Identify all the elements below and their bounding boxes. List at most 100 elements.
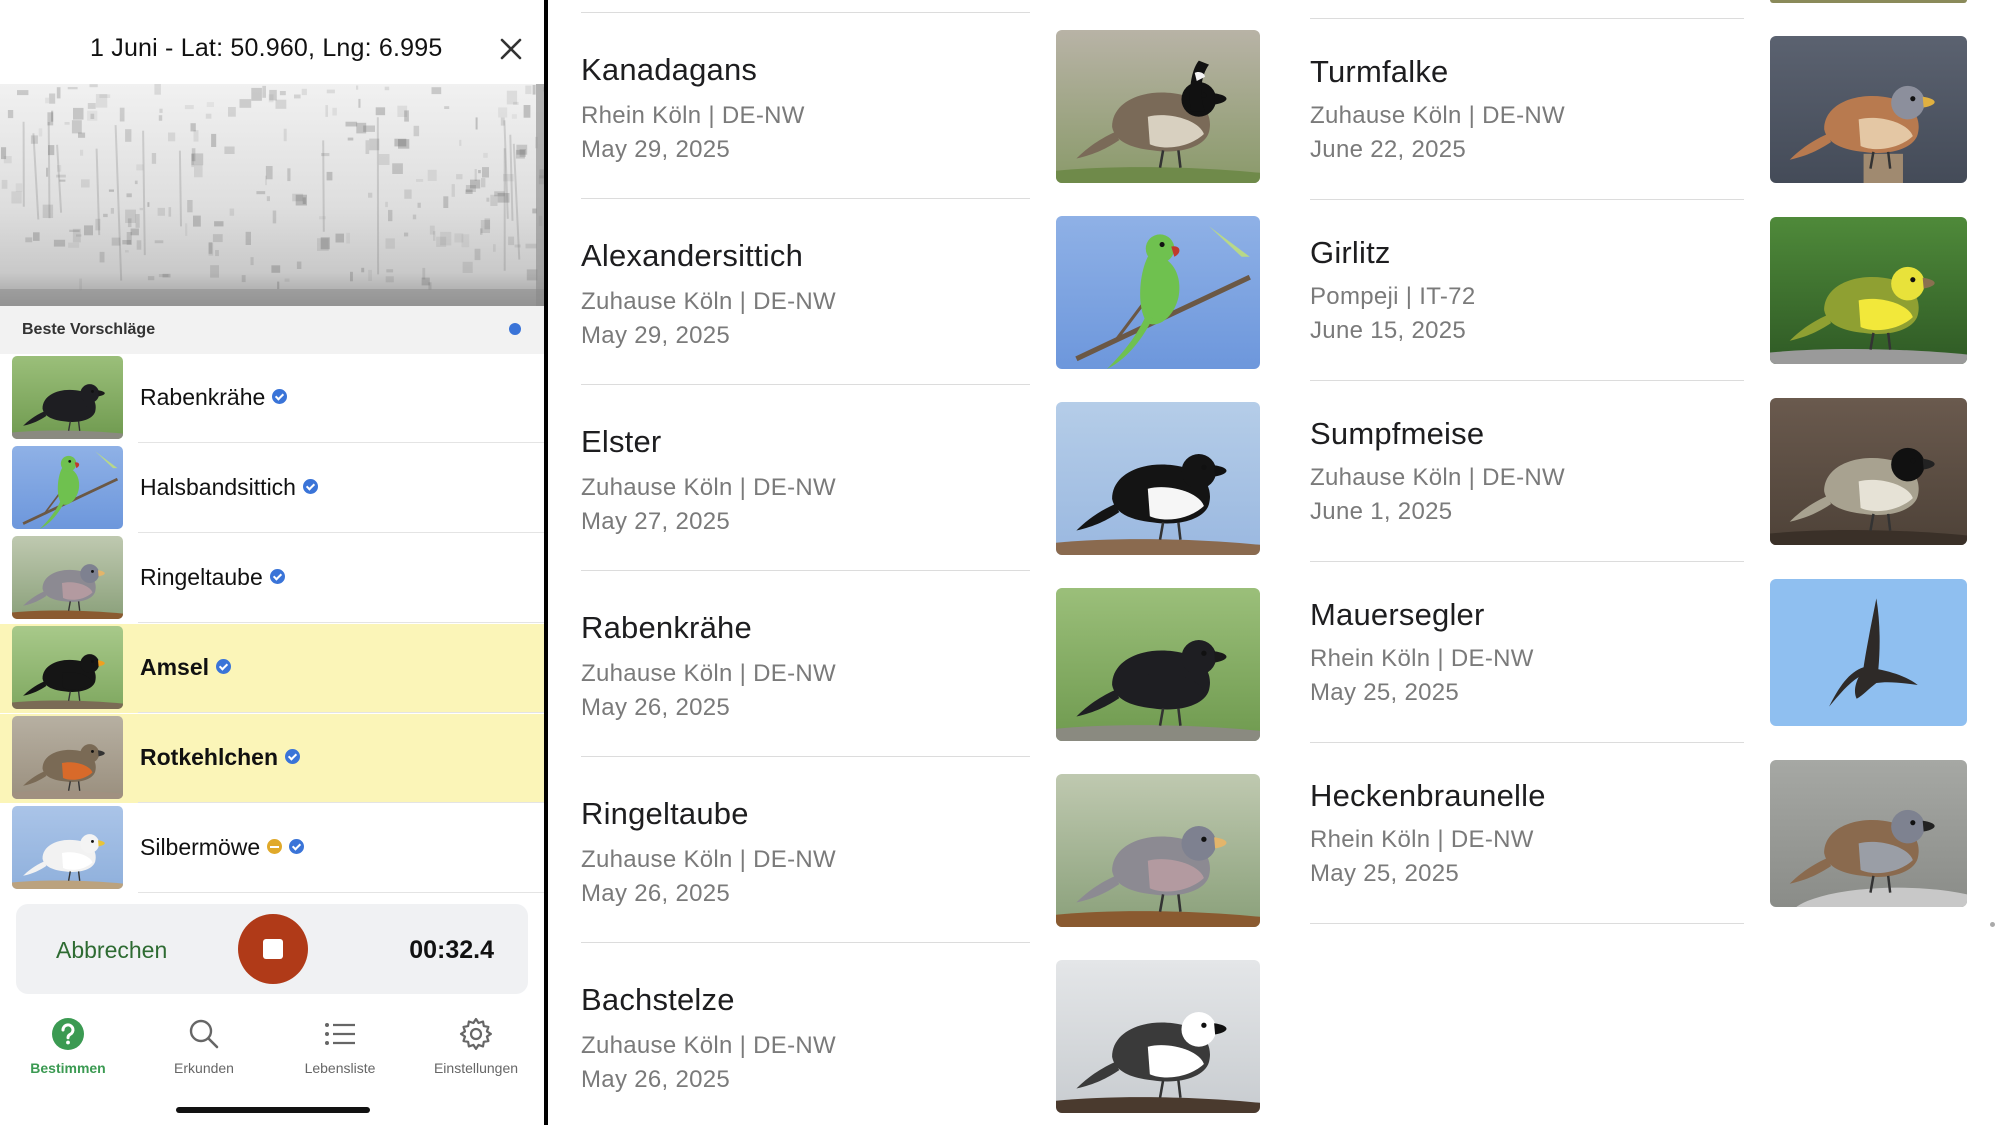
list-separator: [1310, 380, 1744, 381]
list-separator: [581, 12, 1030, 13]
row-separator: [138, 532, 544, 533]
stop-recording-button[interactable]: [238, 914, 308, 984]
sighting-card[interactable]: Sumpfmeise Zuhause Köln | DE-NW June 1, …: [1310, 398, 1967, 545]
list-separator: [1310, 199, 1744, 200]
dunnock-photo: [1770, 760, 1967, 907]
gear-icon: [459, 1017, 492, 1050]
sighting-card[interactable]: Bachstelze Zuhause Köln | DE-NW May 26, …: [581, 960, 1260, 1113]
sighting-card[interactable]: Heckenbraunelle Rhein Köln | DE-NW May 2…: [1310, 760, 1967, 907]
sighting-name: Alexandersittich: [581, 238, 804, 273]
sighting-name: Bachstelze: [581, 982, 735, 1017]
sighting-photo: [1056, 30, 1260, 183]
sighting-name: Girlitz: [1310, 235, 1391, 270]
sighting-card[interactable]: Girlitz Pompeji | IT-72 June 15, 2025: [1310, 217, 1967, 364]
sighting-location: Rhein Köln | DE-NW: [1310, 645, 1534, 672]
suggestion-name: Silbermöwe: [140, 834, 305, 861]
suggestion-thumbnail: [12, 716, 123, 799]
suggestion-thumbnail: [12, 446, 123, 529]
suggestion-name: Amsel: [140, 654, 232, 681]
scroll-indicator[interactable]: [1990, 922, 1995, 927]
sighting-card[interactable]: Turmfalke Zuhause Köln | DE-NW June 22, …: [1310, 36, 1967, 183]
blackbird-photo: [12, 626, 123, 709]
sighting-photo: [1770, 760, 1967, 907]
suggestion-name-text: Rotkehlchen: [140, 744, 279, 770]
sighting-location: Zuhause Köln | DE-NW: [1310, 464, 1565, 491]
suggestions-label: Beste Vorschläge: [22, 321, 156, 338]
suggestion-row[interactable]: Halsbandsittich: [0, 444, 544, 533]
tab-erkunden[interactable]: Erkunden: [136, 1010, 272, 1110]
sighting-date: June 22, 2025: [1310, 136, 1467, 163]
sighting-photo: [1770, 579, 1967, 726]
suggestion-row[interactable]: Rabenkrähe: [0, 354, 544, 443]
partial-photo: [1770, 0, 1967, 3]
sighting-date: May 27, 2025: [581, 508, 731, 535]
sighting-photo: [1056, 774, 1260, 927]
suggestion-name: Rabenkrähe: [140, 384, 288, 411]
list-separator: [1310, 742, 1744, 743]
tab-lebensliste[interactable]: Lebensliste: [272, 1010, 408, 1110]
recording-header: 1 Juni - Lat: 50.960, Lng: 6.995: [0, 0, 544, 84]
suggestion-name-text: Halsbandsittich: [140, 474, 296, 500]
sighting-name: Rabenkrähe: [581, 610, 752, 645]
sighting-card[interactable]: Ringeltaube Zuhause Köln | DE-NW May 26,…: [581, 774, 1260, 927]
sighting-location: Zuhause Köln | DE-NW: [581, 846, 836, 873]
sighting-name: Kanadagans: [581, 52, 758, 87]
sighting-location: Zuhause Köln | DE-NW: [1310, 102, 1565, 129]
suggestion-row[interactable]: Amsel: [0, 624, 544, 713]
row-separator: [138, 712, 544, 713]
suggestion-name-text: Silbermöwe: [140, 834, 261, 860]
serin-photo: [1770, 217, 1967, 364]
sighting-card[interactable]: Kanadagans Rhein Köln | DE-NW May 29, 20…: [581, 30, 1260, 183]
list-separator: [581, 384, 1030, 385]
recording-timer: 00:32.4: [409, 936, 494, 964]
cancel-button[interactable]: Abbrechen: [56, 937, 167, 964]
recording-controls: Abbrechen 00:32.4: [16, 904, 528, 994]
pigeon-photo: [12, 536, 123, 619]
suggestion-name-text: Amsel: [140, 654, 210, 680]
sighting-card[interactable]: Elster Zuhause Köln | DE-NW May 27, 2025: [581, 402, 1260, 555]
list-separator: [1310, 18, 1744, 19]
sighting-location: Pompeji | IT-72: [1310, 283, 1476, 310]
goose-photo: [1056, 30, 1260, 183]
verified-icon: [302, 479, 318, 495]
list-separator: [581, 942, 1030, 943]
suggestion-row[interactable]: Rotkehlchen: [0, 714, 544, 803]
magpie-photo: [1056, 402, 1260, 555]
recording-title: 1 Juni - Lat: 50.960, Lng: 6.995: [90, 34, 443, 62]
tit-photo: [1770, 398, 1967, 545]
close-icon[interactable]: [496, 34, 526, 64]
sighting-photo: [1770, 217, 1967, 364]
tab-bestimmen[interactable]: Bestimmen: [0, 1010, 136, 1110]
sighting-card[interactable]: Rabenkrähe Zuhause Köln | DE-NW May 26, …: [581, 588, 1260, 741]
sighting-photo: [1056, 216, 1260, 369]
sighting-name: Heckenbraunelle: [1310, 778, 1546, 813]
list-separator: [581, 570, 1030, 571]
suggestion-name: Halsbandsittich: [140, 474, 318, 501]
suggestion-row[interactable]: Silbermöwe: [0, 804, 544, 893]
sighting-location: Rhein Köln | DE-NW: [581, 102, 805, 129]
suggestion-name-text: Ringeltaube: [140, 564, 263, 590]
gull-photo: [12, 806, 123, 889]
list-separator: [581, 198, 1030, 199]
sighting-card[interactable]: Alexandersittich Zuhause Köln | DE-NW Ma…: [581, 216, 1260, 369]
question-circle-icon: [52, 1018, 84, 1050]
sighting-location: Zuhause Köln | DE-NW: [581, 288, 836, 315]
sighting-name: Mauersegler: [1310, 597, 1485, 632]
sighting-date: May 26, 2025: [581, 1066, 731, 1093]
sighting-location: Zuhause Köln | DE-NW: [581, 660, 836, 687]
sighting-date: May 29, 2025: [581, 136, 731, 163]
tab-label: Lebensliste: [304, 1060, 376, 1076]
wagtail-photo: [1056, 960, 1260, 1113]
search-icon: [189, 1019, 219, 1049]
stop-icon: [263, 939, 283, 959]
gold-badge-icon: [267, 839, 283, 855]
crow-photo: [1056, 588, 1260, 741]
tab-einstellungen[interactable]: Einstellungen: [408, 1010, 544, 1110]
row-separator: [138, 442, 544, 443]
sighting-location: Zuhause Köln | DE-NW: [581, 474, 836, 501]
suggestion-row[interactable]: Ringeltaube: [0, 534, 544, 623]
sighting-card[interactable]: Mauersegler Rhein Köln | DE-NW May 25, 2…: [1310, 579, 1967, 726]
row-separator: [138, 622, 544, 623]
list-separator: [1310, 561, 1744, 562]
verified-icon: [289, 839, 305, 855]
